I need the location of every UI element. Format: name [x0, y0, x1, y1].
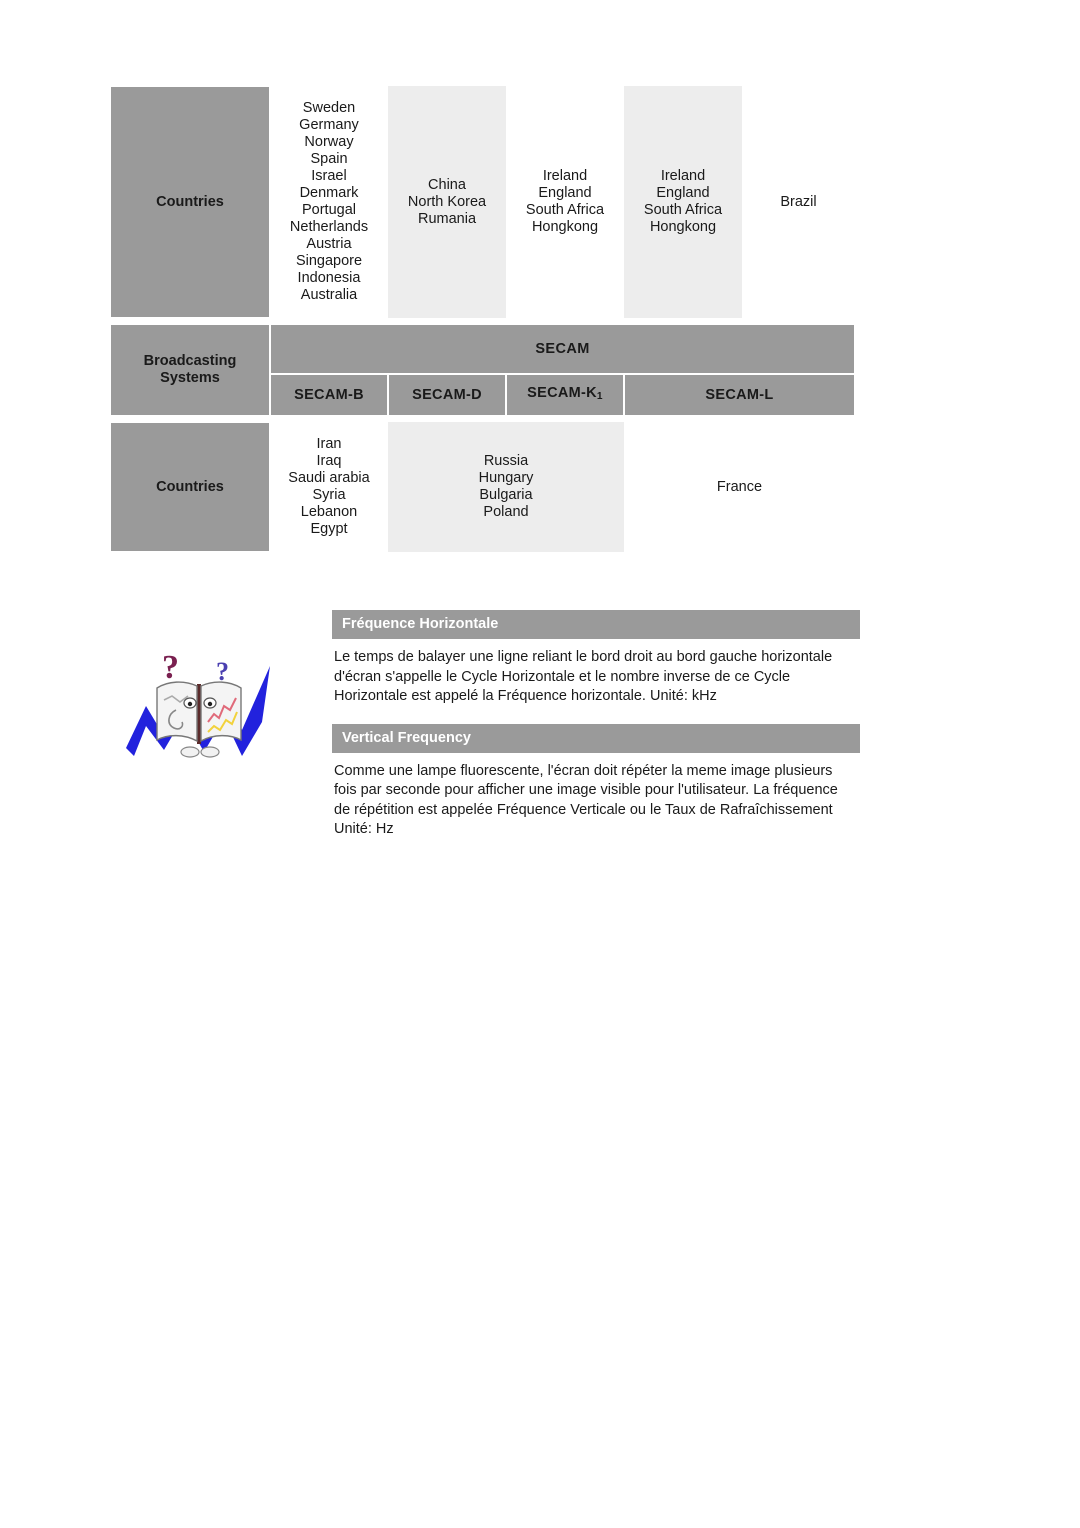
country-name: England — [656, 185, 710, 201]
countries-cell-china: China North Korea Rumania — [388, 86, 506, 318]
country-name: France — [716, 478, 763, 495]
country-name: South Africa — [525, 202, 605, 218]
country-name: Indonesia — [297, 270, 361, 286]
country-name: Lebanon — [300, 504, 358, 520]
book-character-icon: ? ? — [126, 649, 270, 758]
row-header-countries-top: Countries — [110, 86, 270, 318]
country-name: North Korea — [407, 193, 487, 210]
country-name: Hongkong — [649, 219, 717, 235]
secam-k-subscript: 1 — [596, 390, 603, 402]
country-name: Australia — [300, 287, 358, 303]
country-name: Norway — [304, 134, 354, 150]
country-name: Iran — [316, 436, 342, 452]
country-name: Ireland — [660, 168, 706, 184]
secam-variant-l: SECAM-L — [624, 374, 855, 416]
section-body-frequence-horizontale: Le temps de balayer une ligne reliant le… — [334, 649, 833, 704]
broadcasting-systems-table: Countries Sweden Germany Norway Spain Israel… — [110, 86, 855, 552]
table-row-countries-bottom: Countries Iran Iraq Saudi arabia Syria Leban… — [110, 422, 855, 552]
country-name: Israel — [311, 168, 347, 184]
country-name: China — [428, 176, 466, 193]
table-row-countries-top: Countries Sweden Germany Norway Spain Israel… — [110, 86, 855, 318]
secam-variant-k1: SECAM-K1 — [506, 374, 624, 416]
countries-cell-ireland-a: Ireland England South Africa Hongkong — [506, 86, 624, 318]
country-name: Saudi arabia — [288, 470, 370, 486]
band-header-secam: SECAM — [270, 324, 855, 374]
country-name: Egypt — [310, 521, 348, 537]
row-header-broadcasting-systems: Broadcasting Systems — [110, 324, 270, 416]
country-list-5: Iran Iraq Saudi arabia Syria Lebanon Egypt — [270, 428, 388, 546]
definitions-block: Fréquence Horizontale Le temps de balaye… — [332, 610, 860, 850]
countries-cell-pal-bg: Sweden Germany Norway Spain Israel Denmark Por… — [270, 86, 388, 318]
country-name: Hungary — [478, 470, 534, 486]
country-list-2: China North Korea Rumania — [388, 169, 506, 236]
country-name: Iraq — [316, 453, 342, 469]
question-mark-small: ? — [216, 657, 229, 686]
secam-variant-k1-label: SECAM-K — [527, 385, 597, 402]
country-list-brazil: Brazil — [742, 186, 855, 219]
left-foot — [180, 746, 200, 758]
section-body-vertical-frequency: Comme une lampe fluorescente, l'écran do… — [334, 762, 838, 838]
right-pupil — [207, 701, 213, 707]
book-left-page — [156, 681, 198, 743]
right-foot — [200, 746, 220, 758]
country-name: Ireland — [542, 168, 588, 184]
secam-variant-b-label: SECAM-B — [294, 386, 364, 403]
countries-cell-secam-b: Iran Iraq Saudi arabia Syria Lebanon Egypt — [270, 422, 388, 552]
countries-cell-secam-l: France — [624, 422, 855, 552]
country-name: South Africa — [643, 202, 723, 218]
table-row-broadcasting-systems: Broadcasting Systems SECAM — [110, 324, 855, 416]
secam-variant-l-label: SECAM-L — [705, 386, 774, 403]
country-name: Spain — [310, 151, 348, 167]
country-name: Hongkong — [531, 219, 599, 235]
country-name: Bulgaria — [479, 487, 533, 503]
countries-cell-brazil: Brazil — [742, 86, 855, 318]
book-character-illustration: ? ? — [124, 648, 274, 773]
country-name: Poland — [483, 504, 529, 520]
country-name: Russia — [483, 453, 529, 469]
section-header-frequence-horizontale: Fréquence Horizontale — [332, 610, 860, 639]
left-pupil — [187, 701, 193, 707]
secam-variant-b: SECAM-B — [270, 374, 388, 416]
country-name: Rumania — [417, 210, 477, 227]
country-list-1: Sweden Germany Norway Spain Israel Denmark Por… — [270, 92, 388, 312]
country-name: Denmark — [299, 185, 359, 201]
broadcasting-systems-label-line1: Broadcasting — [143, 353, 237, 369]
country-name: Singapore — [295, 253, 363, 269]
secam-variant-d-label: SECAM-D — [412, 386, 482, 403]
country-name: Syria — [312, 487, 346, 503]
country-list-4: Ireland England South Africa Hongkong — [624, 160, 742, 244]
country-list-7: France — [624, 471, 855, 504]
country-list-6: Russia Hungary Bulgaria Poland — [388, 445, 624, 529]
country-name: Sweden — [302, 100, 356, 116]
country-name: Germany — [299, 117, 359, 133]
country-name: Austria — [306, 236, 352, 252]
secam-variant-d: SECAM-D — [388, 374, 506, 416]
broadcasting-systems-label-line2: Systems — [160, 370, 220, 386]
countries-cell-ireland-b: Ireland England South Africa Hongkong — [624, 86, 742, 318]
row-header-countries-bottom: Countries — [110, 422, 270, 552]
country-name: England — [538, 185, 592, 201]
question-mark-large: ? — [162, 649, 179, 686]
country-name: Portugal — [301, 202, 356, 218]
country-list-3: Ireland England South Africa Hongkong — [506, 160, 624, 244]
countries-cell-secam-dk: Russia Hungary Bulgaria Poland — [388, 422, 624, 552]
country-name: Brazil — [780, 193, 817, 210]
country-name: Netherlands — [289, 219, 369, 235]
section-header-vertical-frequency: Vertical Frequency — [332, 723, 860, 753]
